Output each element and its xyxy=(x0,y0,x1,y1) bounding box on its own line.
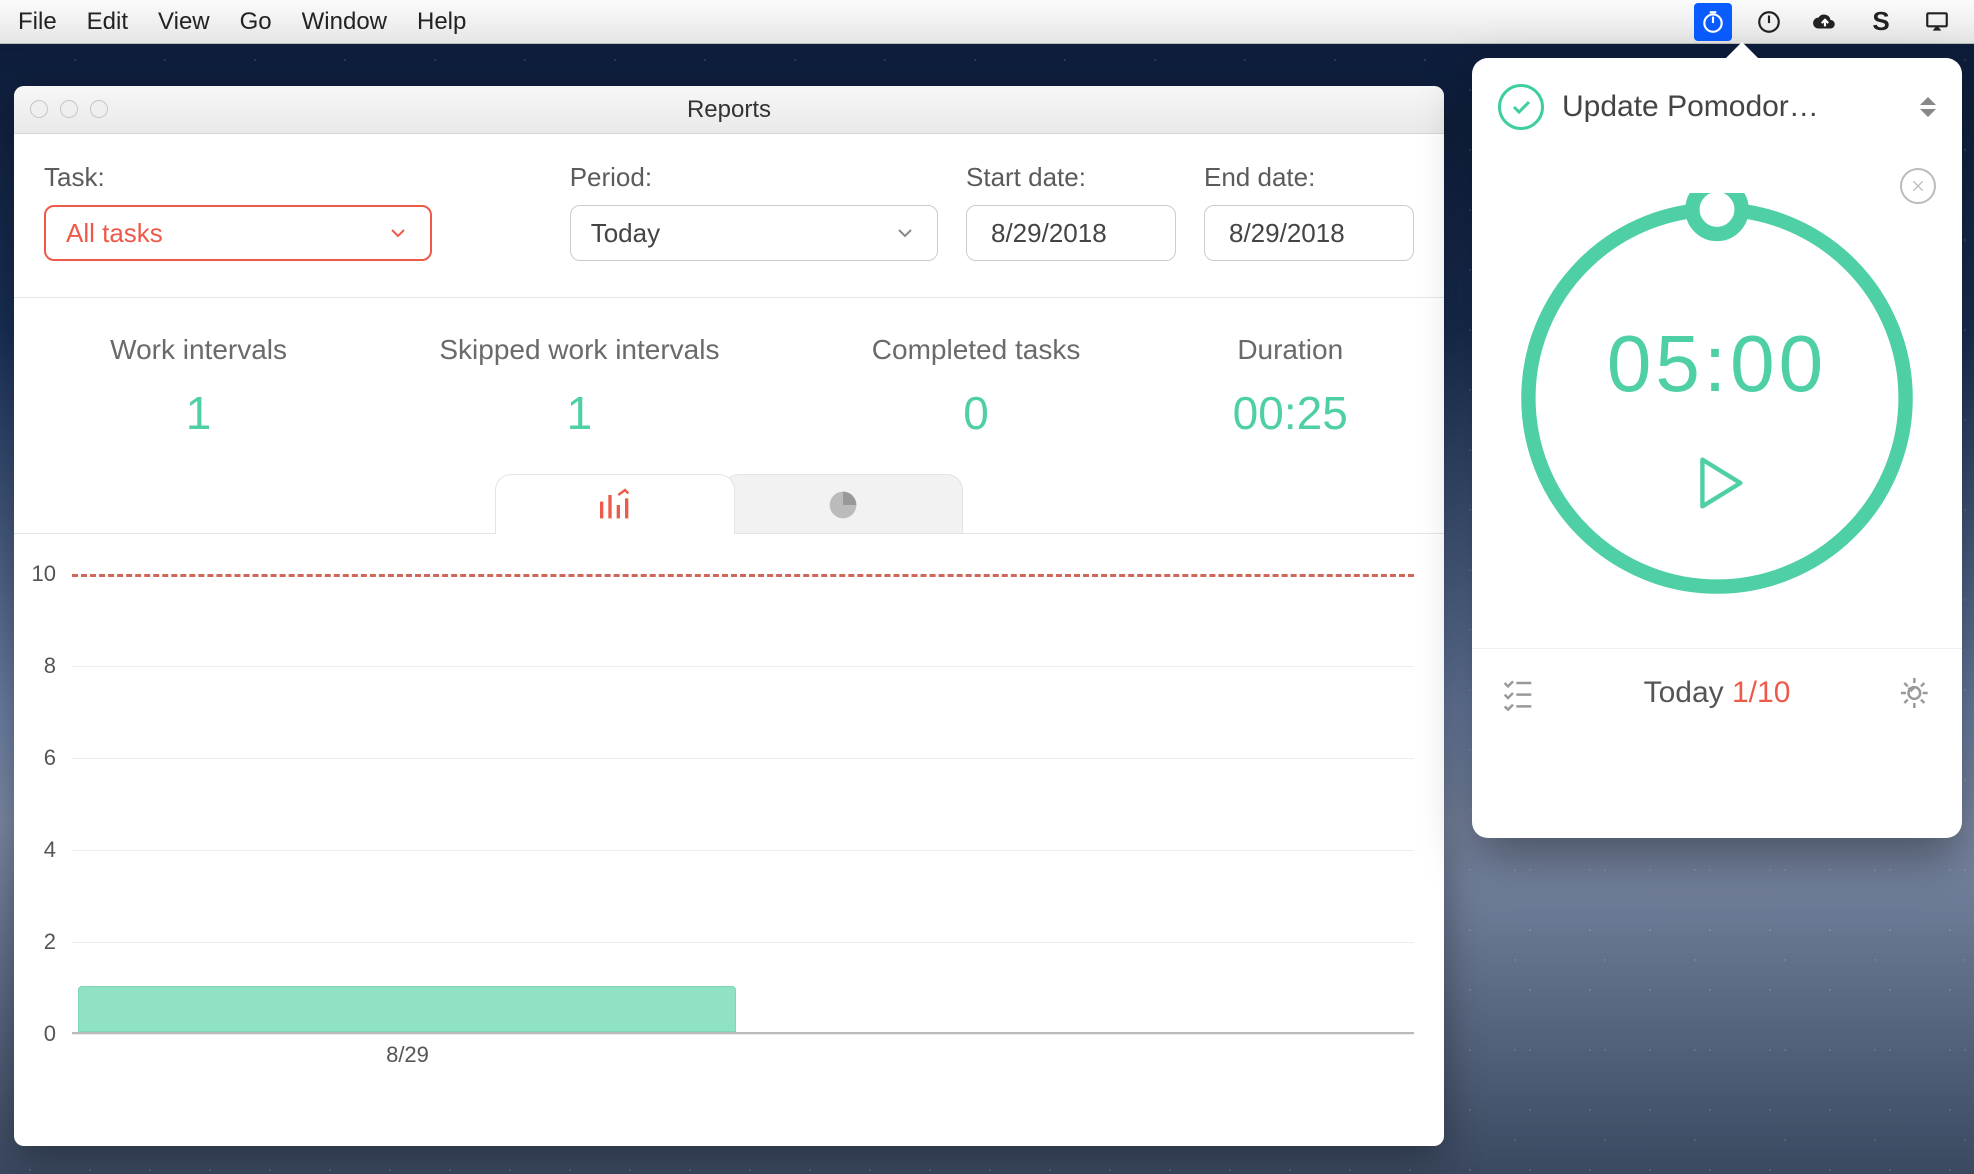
titlebar: Reports xyxy=(14,86,1444,134)
task-label: Task: xyxy=(44,162,432,193)
stat-value: 0 xyxy=(963,386,989,440)
end-date-label: End date: xyxy=(1204,162,1414,193)
bar-chart: 0246810 8/29 xyxy=(24,574,1424,1074)
stat-label: Duration xyxy=(1237,334,1343,366)
chart-tabs xyxy=(14,464,1444,534)
s-icon[interactable]: S xyxy=(1862,3,1900,41)
window-title: Reports xyxy=(687,96,771,124)
menubar: File Edit View Go Window Help S xyxy=(0,0,1974,44)
y-tick-label: 4 xyxy=(44,837,56,863)
check-circle-icon[interactable] xyxy=(1498,84,1544,130)
popover-footer: Today 1/10 xyxy=(1472,649,1962,737)
y-tick-label: 0 xyxy=(44,1021,56,1047)
stat-work-intervals: Work intervals 1 xyxy=(110,334,287,440)
pie-chart-tab[interactable] xyxy=(723,474,963,534)
menu-edit[interactable]: Edit xyxy=(87,8,128,36)
today-progress: Today 1/10 xyxy=(1644,676,1791,710)
filters-row: Task: All tasks Period: Today Start date… xyxy=(14,134,1444,297)
x-tick-label: 8/29 xyxy=(386,1042,429,1068)
close-icon[interactable] xyxy=(1900,168,1936,204)
start-date-value: 8/29/2018 xyxy=(991,218,1107,249)
timer-icon[interactable] xyxy=(1694,3,1732,41)
menu-window[interactable]: Window xyxy=(302,8,387,36)
task-select-value: All tasks xyxy=(66,218,163,249)
start-date-label: Start date: xyxy=(966,162,1176,193)
settings-gear-icon[interactable] xyxy=(1896,673,1936,713)
menu-file[interactable]: File xyxy=(18,8,57,36)
end-date-value: 8/29/2018 xyxy=(1229,218,1345,249)
today-ratio: 1/10 xyxy=(1732,676,1790,709)
stat-completed-tasks: Completed tasks 0 xyxy=(872,334,1081,440)
airplay-icon[interactable] xyxy=(1918,3,1956,41)
stat-value: 1 xyxy=(186,386,212,440)
close-window-button[interactable] xyxy=(30,100,48,118)
chevron-down-icon xyxy=(386,221,410,245)
timer-area: 05:00 xyxy=(1472,148,1962,648)
stat-skipped-intervals: Skipped work intervals 1 xyxy=(439,334,719,440)
timer-popover: Update Pomodor… 05:00 Today 1/10 xyxy=(1472,58,1962,838)
period-select-value: Today xyxy=(591,218,660,249)
period-select[interactable]: Today xyxy=(570,205,938,261)
sort-toggle-icon[interactable] xyxy=(1920,97,1936,117)
stats-row: Work intervals 1 Skipped work intervals … xyxy=(14,298,1444,464)
menu-extra-icons: S xyxy=(1694,3,1956,41)
chart-bar xyxy=(78,986,736,1032)
minimize-window-button[interactable] xyxy=(60,100,78,118)
play-button[interactable] xyxy=(1682,448,1752,518)
end-date-input[interactable]: 8/29/2018 xyxy=(1204,205,1414,261)
y-tick-label: 10 xyxy=(32,561,56,587)
menu-go[interactable]: Go xyxy=(240,8,272,36)
menu-help[interactable]: Help xyxy=(417,8,466,36)
task-select[interactable]: All tasks xyxy=(44,205,432,261)
menu-view[interactable]: View xyxy=(158,8,210,36)
traffic-lights xyxy=(30,100,108,118)
pie-chart-icon xyxy=(823,485,863,525)
popover-header: Update Pomodor… xyxy=(1472,58,1962,148)
today-label: Today xyxy=(1644,676,1732,709)
bar-chart-icon xyxy=(595,485,635,525)
y-tick-label: 6 xyxy=(44,745,56,771)
chevron-down-icon xyxy=(893,221,917,245)
stat-duration: Duration 00:25 xyxy=(1233,334,1348,440)
zoom-window-button[interactable] xyxy=(90,100,108,118)
stat-label: Completed tasks xyxy=(872,334,1081,366)
y-tick-label: 2 xyxy=(44,929,56,955)
power-icon[interactable] xyxy=(1750,3,1788,41)
stat-value: 00:25 xyxy=(1233,386,1348,440)
period-label: Period: xyxy=(570,162,938,193)
start-date-input[interactable]: 8/29/2018 xyxy=(966,205,1176,261)
tasks-list-icon[interactable] xyxy=(1498,673,1538,713)
y-tick-label: 8 xyxy=(44,653,56,679)
timer-time: 05:00 xyxy=(1607,318,1827,410)
stat-label: Skipped work intervals xyxy=(439,334,719,366)
bar-chart-tab[interactable] xyxy=(495,474,735,534)
cloud-upload-icon[interactable] xyxy=(1806,3,1844,41)
stat-label: Work intervals xyxy=(110,334,287,366)
popover-task-title[interactable]: Update Pomodor… xyxy=(1562,90,1902,124)
stat-value: 1 xyxy=(567,386,593,440)
reports-window: Reports Task: All tasks Period: Today St… xyxy=(14,86,1444,1146)
